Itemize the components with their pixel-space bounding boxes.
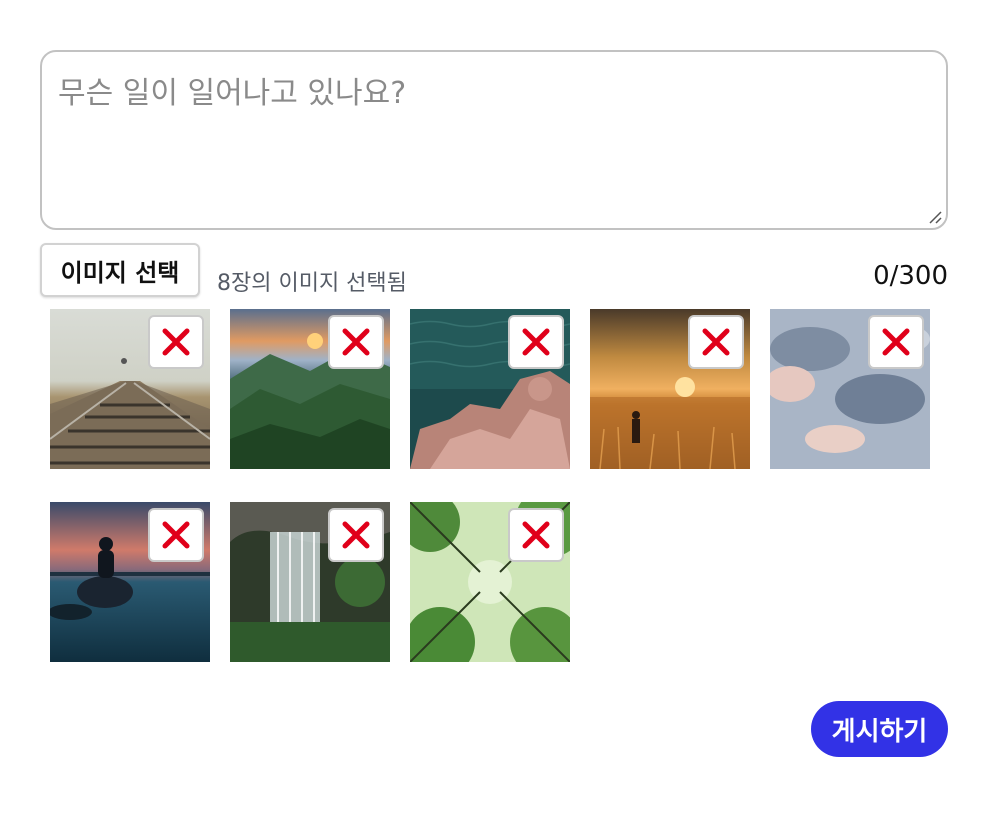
image-thumbnail: [230, 502, 390, 662]
resize-handle-icon[interactable]: [928, 210, 942, 224]
image-thumbnail: [410, 309, 570, 469]
remove-image-button[interactable]: [328, 315, 384, 369]
remove-image-button[interactable]: [688, 315, 744, 369]
character-counter: 0/300: [873, 261, 948, 291]
image-thumbnail: [50, 309, 210, 469]
image-thumbnail: [410, 502, 570, 662]
select-images-button[interactable]: 이미지 선택: [40, 243, 200, 297]
close-icon: [522, 328, 550, 356]
image-thumbnail: [230, 309, 390, 469]
close-icon: [342, 521, 370, 549]
selected-images-count: 8장의 이미지 선택됨: [217, 271, 407, 296]
close-icon: [162, 328, 190, 356]
close-icon: [882, 328, 910, 356]
remove-image-button[interactable]: [508, 508, 564, 562]
remove-image-button[interactable]: [148, 315, 204, 369]
remove-image-button[interactable]: [508, 315, 564, 369]
remove-image-button[interactable]: [328, 508, 384, 562]
close-icon: [342, 328, 370, 356]
image-thumbnail: [590, 309, 750, 469]
image-thumbnail: [50, 502, 210, 662]
remove-image-button[interactable]: [868, 315, 924, 369]
close-icon: [522, 521, 550, 549]
post-text-input[interactable]: 무슨 일이 일어나고 있나요?: [40, 50, 948, 230]
composer-toolbar: 이미지 선택 8장의 이미지 선택됨 0/300: [40, 243, 948, 299]
remove-image-button[interactable]: [148, 508, 204, 562]
image-thumbnail: [770, 309, 930, 469]
close-icon: [162, 521, 190, 549]
post-text-placeholder: 무슨 일이 일어나고 있나요?: [58, 76, 407, 111]
post-composer: 무슨 일이 일어나고 있나요? 이미지 선택 8장의 이미지 선택됨 0/300: [40, 50, 948, 299]
post-button[interactable]: 게시하기: [811, 701, 948, 757]
close-icon: [702, 328, 730, 356]
